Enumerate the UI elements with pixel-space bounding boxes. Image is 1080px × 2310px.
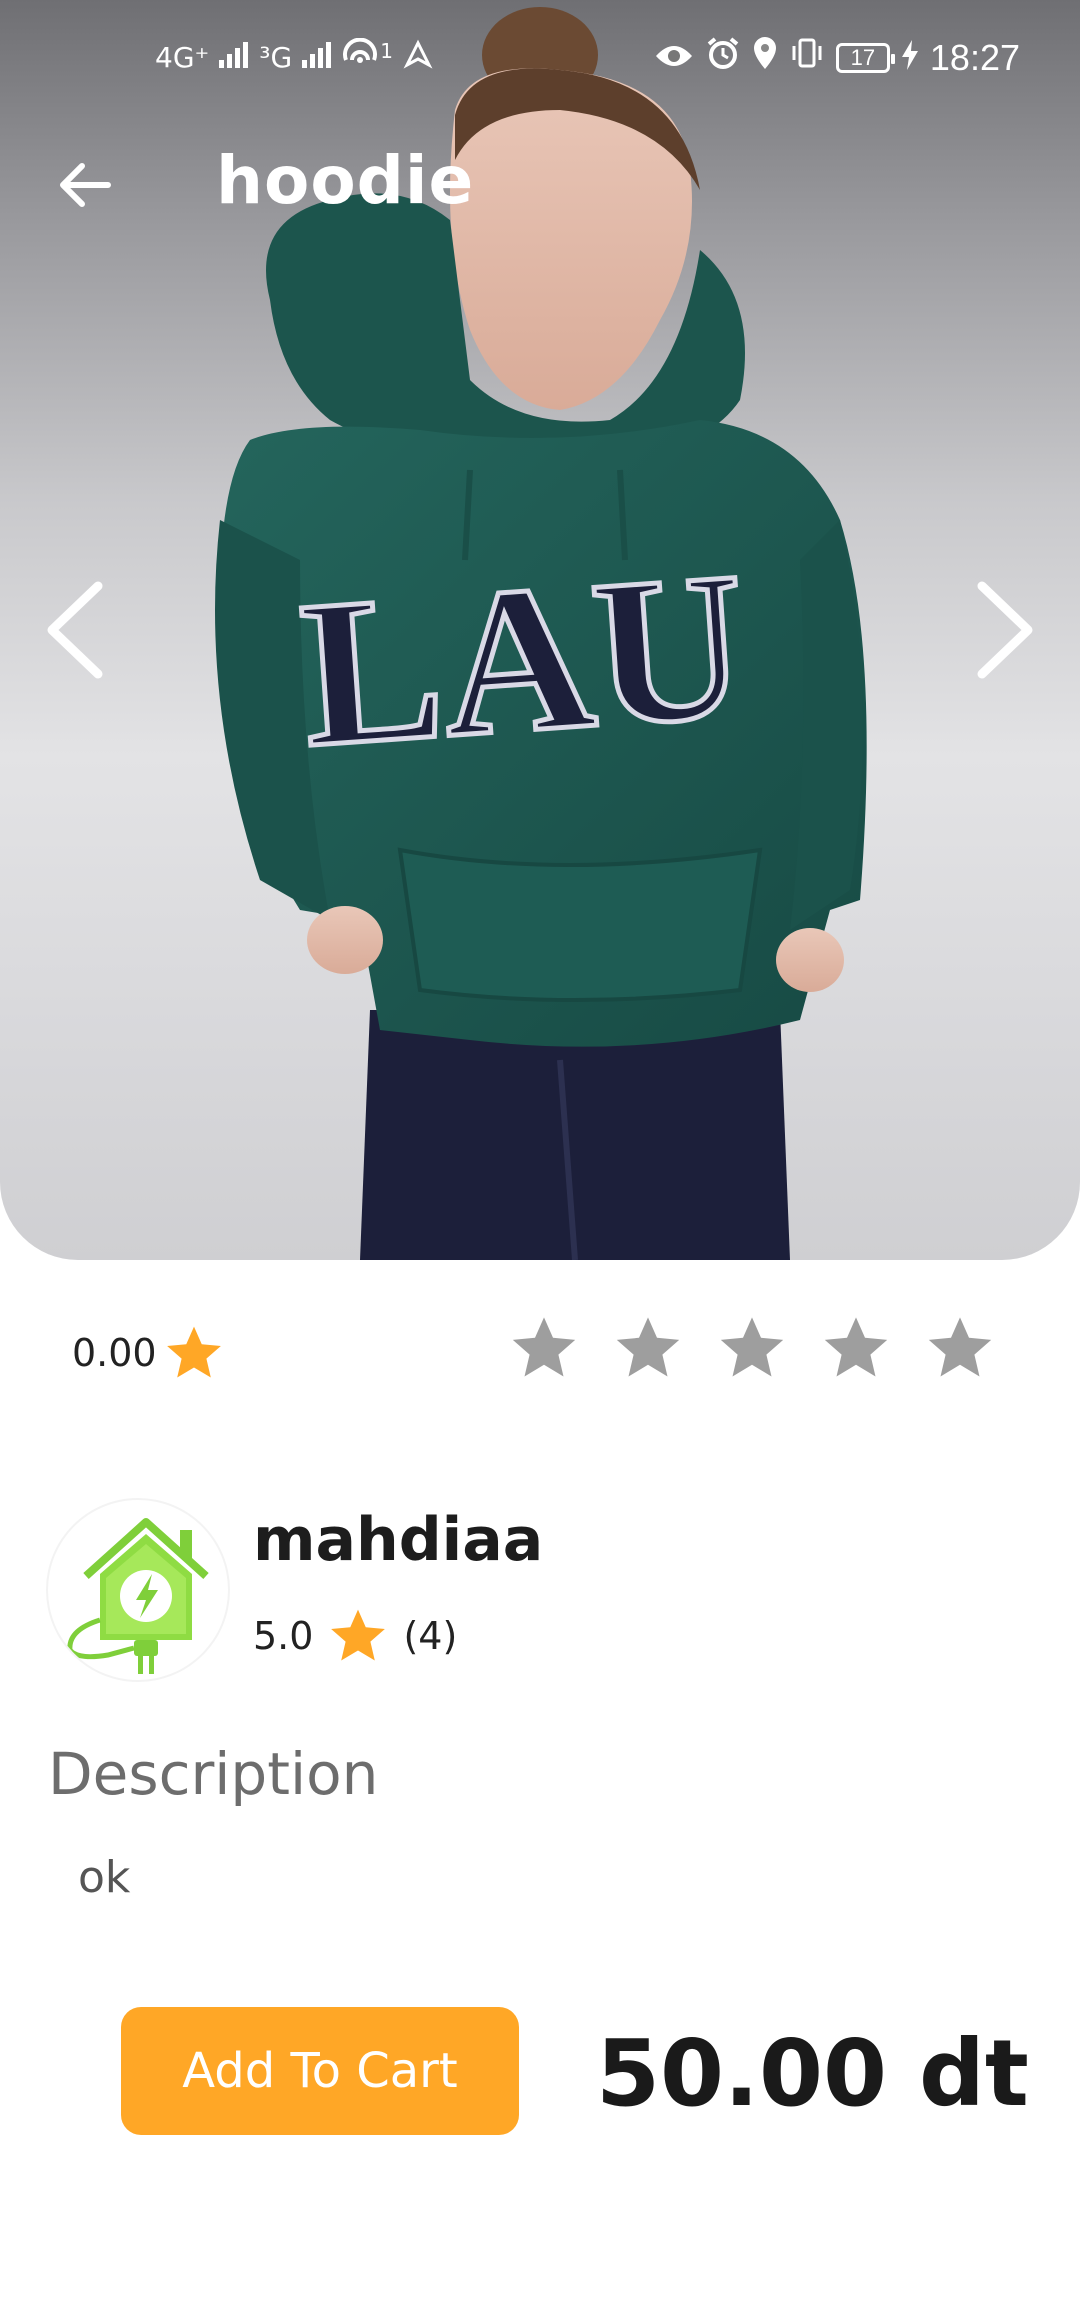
back-button[interactable] xyxy=(50,150,120,220)
star-icon xyxy=(331,1609,386,1661)
signal-icon xyxy=(219,40,249,75)
rating-input[interactable] xyxy=(508,1312,996,1384)
rate-star-2-icon[interactable] xyxy=(612,1312,684,1384)
seller-name[interactable]: mahdiaa xyxy=(253,1505,543,1575)
hoodie-print-text: LAU xyxy=(294,529,752,791)
status-left: 4G⁺ ³G 1 xyxy=(155,37,433,77)
product-rating-value: 0.00 xyxy=(72,1331,157,1375)
seller-rating: 5.0 (4) xyxy=(253,1605,457,1667)
hotspot-icon xyxy=(342,37,378,77)
carousel-next-button[interactable] xyxy=(970,580,1040,680)
star-icon xyxy=(166,1326,221,1378)
status-time: 18:27 xyxy=(929,36,1020,78)
status-bar: 4G⁺ ³G 1 17 18:27 xyxy=(0,0,1080,120)
navigation-app-icon xyxy=(403,39,433,76)
description-heading: Description xyxy=(48,1740,379,1808)
signal-icon xyxy=(302,40,332,75)
smart-home-plug-logo-icon xyxy=(67,1518,209,1674)
product-photo: LAU xyxy=(215,7,867,1260)
product-image-carousel[interactable]: LAU 4G⁺ ³G 1 17 18:27 hoodie xyxy=(0,0,1080,1260)
alarm-icon xyxy=(706,36,740,79)
hotspot-count: 1 xyxy=(380,38,393,63)
vibrate-icon xyxy=(790,36,824,79)
rate-star-5-icon[interactable] xyxy=(924,1312,996,1384)
chevron-left-icon xyxy=(47,581,103,679)
product-rating-summary: 0.00 xyxy=(72,1322,225,1384)
location-icon xyxy=(752,36,778,79)
seller-rating-value: 5.0 xyxy=(253,1614,314,1658)
rate-star-3-icon[interactable] xyxy=(716,1312,788,1384)
add-to-cart-button[interactable]: Add To Cart xyxy=(121,2007,519,2135)
chevron-right-icon xyxy=(977,581,1033,679)
network-4g-label: 4G⁺ xyxy=(155,41,210,74)
rate-star-1-icon[interactable] xyxy=(508,1312,580,1384)
network-3g-label: ³G xyxy=(259,41,293,74)
charging-icon xyxy=(901,37,918,79)
eye-icon xyxy=(654,37,694,79)
seller-avatar[interactable] xyxy=(48,1500,228,1680)
carousel-previous-button[interactable] xyxy=(40,580,110,680)
status-right: 17 18:27 xyxy=(654,36,1020,79)
seller-review-count: (4) xyxy=(403,1614,458,1658)
page-title: hoodie xyxy=(216,142,475,219)
battery-icon: 17 xyxy=(835,42,895,73)
description-text: ok xyxy=(78,1852,131,1903)
product-price: 50.00 dt xyxy=(596,2020,1029,2127)
arrow-left-icon xyxy=(60,163,111,207)
rate-star-4-icon[interactable] xyxy=(820,1312,892,1384)
battery-level: 17 xyxy=(850,44,876,70)
